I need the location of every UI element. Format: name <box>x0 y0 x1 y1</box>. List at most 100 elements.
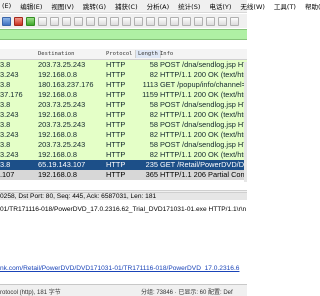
packet-length: 235 <box>145 160 158 169</box>
packet-protocol: HTTP <box>106 120 126 129</box>
menu-wireless[interactable]: 无线(W) <box>240 1 265 11</box>
start-capture-icon[interactable] <box>2 16 11 26</box>
zoom-in-icon[interactable] <box>194 16 203 26</box>
packet-destination: 192.168.0.8 <box>38 130 78 139</box>
options-icon[interactable] <box>38 16 47 26</box>
menu-telephony[interactable]: 电话(Y) <box>209 1 231 11</box>
menu-edit[interactable]: 编辑(E) <box>20 1 42 11</box>
status-bar: rotocol (http), 181 字节 分组: 73846 · 已显示: … <box>0 284 247 296</box>
go-forward-icon[interactable] <box>122 16 131 26</box>
menu-file[interactable]: (E) <box>2 2 11 10</box>
menu-analyze[interactable]: 分析(A) <box>147 1 170 11</box>
column-info[interactable]: Info <box>160 51 173 57</box>
http-request-line[interactable]: 01/TR171116-018/PowerDVD_17.0.2316.62_Tr… <box>0 206 246 213</box>
resize-columns-icon[interactable] <box>230 16 239 26</box>
packet-protocol: HTTP <box>106 90 126 99</box>
packet-source: 3.243 <box>0 150 19 159</box>
packet-row[interactable]: 37.176 192.168.0.8 HTTP 1159 HTTP/1.1 200 OK… <box>0 90 247 100</box>
save-file-icon[interactable] <box>62 16 71 26</box>
status-profile[interactable]: 配置: Def <box>208 287 233 296</box>
menu-tools[interactable]: 工具(T) <box>274 1 296 11</box>
close-file-icon[interactable] <box>74 16 83 26</box>
packet-source: 3.8 <box>0 140 11 149</box>
packet-row[interactable]: 3.8 203.73.25.243 HTTP 58 POST /dna/sendlog.… <box>0 60 247 70</box>
menu-capture[interactable]: 捕获(C) <box>115 1 138 11</box>
packet-info: POST /dna/sendlog.jsp HTTP/1.1 <box>160 120 247 129</box>
column-destination[interactable]: Destination <box>38 51 74 57</box>
packet-length: 365 <box>145 170 158 179</box>
packet-protocol: HTTP <box>106 60 126 69</box>
packet-protocol: HTTP <box>106 110 126 119</box>
packet-length: 82 <box>149 70 158 79</box>
packet-length: 82 <box>149 110 158 119</box>
packet-length: 82 <box>149 130 158 139</box>
packet-source: 3.8 <box>0 160 11 169</box>
packet-row[interactable]: 3.8 65.19.143.107 HTTP 235 GET /Retail/Power… <box>0 160 247 170</box>
full-request-uri-link[interactable]: nk.com/Retail/PowerDVD/DVD171031-01/TR17… <box>0 265 239 272</box>
column-protocol[interactable]: Protocol <box>106 51 133 57</box>
go-back-icon[interactable] <box>110 16 119 26</box>
packet-row[interactable]: 3.243 192.168.0.8 HTTP 82 HTTP/1.1 200 OK (t… <box>0 130 247 140</box>
packet-list-header: Destination Protocol Length Info <box>0 49 247 60</box>
packet-row[interactable]: 3.243 192.168.0.8 HTTP 82 HTTP/1.1 200 OK (t… <box>0 70 247 80</box>
packet-info: POST /dna/sendlog.jsp HTTP/1.1 <box>160 100 247 109</box>
packet-protocol: HTTP <box>106 100 126 109</box>
packet-protocol: HTTP <box>106 130 126 139</box>
packet-length: 58 <box>149 100 158 109</box>
packet-destination: 192.168.0.8 <box>38 150 78 159</box>
packet-protocol: HTTP <box>106 150 126 159</box>
packet-length: 1113 <box>142 80 158 89</box>
packet-source: 3.243 <box>0 110 19 119</box>
packet-row[interactable]: 3.8 203.73.25.243 HTTP 58 POST /dna/sendlog.… <box>0 120 247 130</box>
last-packet-icon[interactable] <box>158 16 167 26</box>
packet-row[interactable]: 3.8 203.73.25.243 HTTP 58 POST /dna/sendlog.… <box>0 140 247 150</box>
packet-protocol: HTTP <box>106 70 126 79</box>
packet-source: 3.243 <box>0 70 19 79</box>
open-file-icon[interactable] <box>50 16 59 26</box>
tcp-summary-line[interactable]: 0258, Dst Port: 80, Seq: 445, Ack: 65870… <box>0 193 247 200</box>
packet-protocol: HTTP <box>106 160 126 169</box>
menu-go[interactable]: 跳转(G) <box>83 1 106 11</box>
colorize-icon[interactable] <box>182 16 191 26</box>
packet-destination: 192.168.0.8 <box>38 170 78 179</box>
menu-help[interactable]: 帮助(H) <box>305 1 320 11</box>
packet-info: HTTP/1.1 206 Partial Content <box>160 170 247 179</box>
restart-capture-icon[interactable] <box>26 16 35 26</box>
menu-view[interactable]: 视图(V) <box>51 1 74 11</box>
packet-length: 58 <box>149 140 158 149</box>
menu-statistics[interactable]: 统计(S) <box>178 1 200 11</box>
packet-destination: 192.168.0.8 <box>38 70 78 79</box>
packet-destination: 192.168.0.8 <box>38 90 78 99</box>
packet-destination: 203.73.25.243 <box>38 100 86 109</box>
packet-protocol: HTTP <box>106 80 126 89</box>
packet-length: 82 <box>149 150 158 159</box>
packet-source: 3.8 <box>0 120 11 129</box>
packet-row[interactable]: 3.243 192.168.0.8 HTTP 82 HTTP/1.1 200 OK (t… <box>0 150 247 160</box>
normal-size-icon[interactable] <box>218 16 227 26</box>
menu-bar: (E) 编辑(E) 视图(V) 跳转(G) 捕获(C) 分析(A) 统计(S) … <box>0 0 320 13</box>
main-toolbar <box>0 14 247 28</box>
reload-icon[interactable] <box>86 16 95 26</box>
zoom-out-icon[interactable] <box>206 16 215 26</box>
column-length[interactable]: Length <box>135 50 161 58</box>
packet-row[interactable]: 3.8 203.73.25.243 HTTP 58 POST /dna/sendlog.… <box>0 100 247 110</box>
packet-source: 3.243 <box>0 130 19 139</box>
display-filter-input[interactable] <box>0 29 247 40</box>
packet-row[interactable]: .107 192.168.0.8 HTTP 365 HTTP/1.1 206 Parti… <box>0 170 247 180</box>
packet-protocol: HTTP <box>106 140 126 149</box>
go-to-packet-icon[interactable] <box>134 16 143 26</box>
find-icon[interactable] <box>98 16 107 26</box>
packet-row[interactable]: 3.8 180.163.237.176 HTTP 1113 GET /popup/inf… <box>0 80 247 90</box>
packet-destination: 203.73.25.243 <box>38 140 86 149</box>
packet-source: 3.8 <box>0 100 11 109</box>
packet-protocol: HTTP <box>106 170 126 179</box>
packet-row[interactable]: 3.243 192.168.0.8 HTTP 82 HTTP/1.1 200 OK (t… <box>0 110 247 120</box>
stop-capture-icon[interactable] <box>14 16 23 26</box>
packet-list-scrollbar[interactable] <box>244 62 247 182</box>
packet-list: 3.8 203.73.25.243 HTTP 58 POST /dna/sendlog.… <box>0 60 247 180</box>
first-packet-icon[interactable] <box>146 16 155 26</box>
packet-length: 58 <box>149 120 158 129</box>
packet-source: 3.8 <box>0 60 11 69</box>
packet-length: 58 <box>149 60 158 69</box>
autoscroll-icon[interactable] <box>170 16 179 26</box>
